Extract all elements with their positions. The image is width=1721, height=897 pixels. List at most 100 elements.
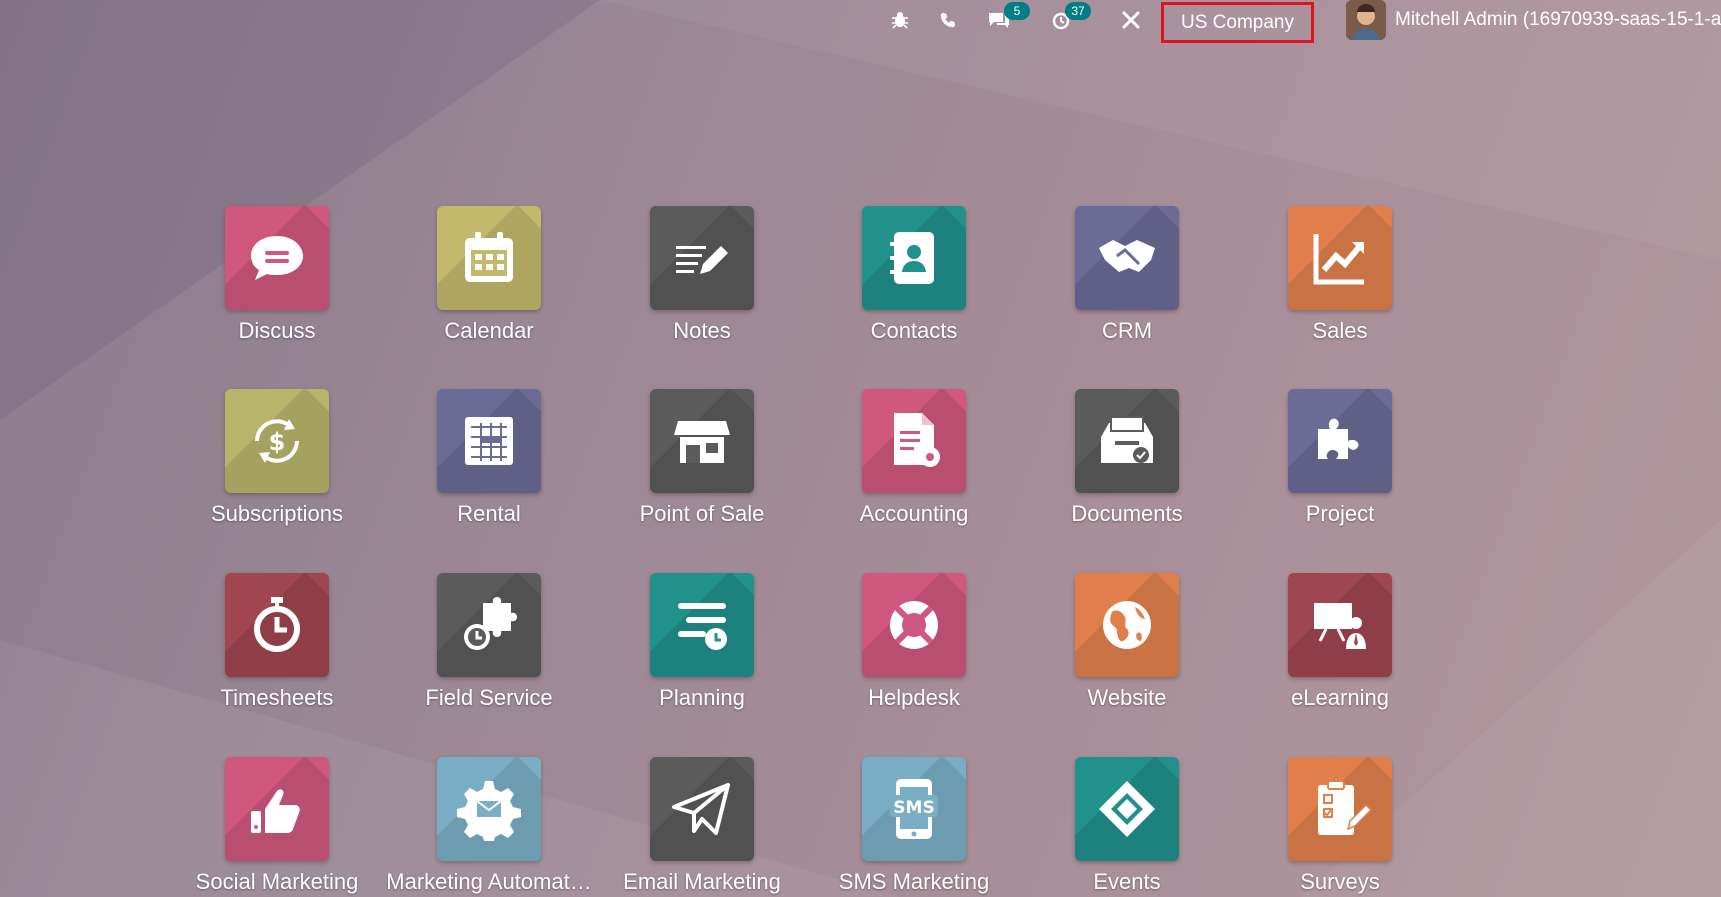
user-name: Mitchell Admin (16970939-saas-15-1-a xyxy=(1395,9,1721,30)
app-surveys[interactable]: Surveys xyxy=(1234,757,1446,895)
surveys-icon xyxy=(1317,780,1372,836)
app-label[interactable]: Calendar xyxy=(383,318,595,344)
sms-marketing-icon xyxy=(890,779,938,839)
app-label[interactable]: Surveys xyxy=(1234,869,1446,895)
app-timesheets[interactable]: Timesheets xyxy=(171,573,383,711)
calendar-icon xyxy=(465,232,513,282)
company-switcher[interactable]: US Company xyxy=(1161,2,1314,43)
project-icon xyxy=(1318,418,1359,459)
rental-icon xyxy=(464,416,514,466)
app-helpdesk[interactable]: Helpdesk xyxy=(808,573,1020,711)
app-tile[interactable] xyxy=(862,573,966,677)
app-label[interactable]: Documents xyxy=(1021,501,1233,527)
activity-badge: 37 xyxy=(1065,2,1091,20)
app-label[interactable]: CRM xyxy=(1021,318,1233,344)
app-tile[interactable] xyxy=(1075,757,1179,861)
app-label[interactable]: SMS Marketing xyxy=(808,869,1020,895)
user-menu[interactable]: Mitchell Admin (16970939-saas-15-1-a xyxy=(1346,0,1721,40)
app-events[interactable]: Events xyxy=(1021,757,1233,895)
app-tile[interactable] xyxy=(862,206,966,310)
app-tile[interactable] xyxy=(862,389,966,493)
app-sales[interactable]: Sales xyxy=(1234,206,1446,344)
app-tile[interactable] xyxy=(1288,573,1392,677)
app-label[interactable]: Point of Sale xyxy=(596,501,808,527)
app-tile[interactable] xyxy=(225,757,329,861)
app-tile[interactable] xyxy=(1075,389,1179,493)
app-label[interactable]: Timesheets xyxy=(171,685,383,711)
app-tile[interactable] xyxy=(862,757,966,861)
app-label[interactable]: Email Marketing xyxy=(596,869,808,895)
subscriptions-icon xyxy=(255,417,299,465)
app-tile[interactable] xyxy=(437,573,541,677)
app-contacts[interactable]: Contacts xyxy=(808,206,1020,344)
app-subscriptions[interactable]: Subscriptions xyxy=(171,389,383,527)
app-tile[interactable] xyxy=(225,206,329,310)
app-tile[interactable] xyxy=(225,389,329,493)
app-elearning[interactable]: eLearning xyxy=(1234,573,1446,711)
app-label[interactable]: Marketing Automat… xyxy=(383,869,595,895)
app-sms-marketing[interactable]: SMS Marketing xyxy=(808,757,1020,895)
app-label[interactable]: Contacts xyxy=(808,318,1020,344)
app-label[interactable]: Rental xyxy=(383,501,595,527)
app-discuss[interactable]: Discuss xyxy=(171,206,383,344)
app-social-marketing[interactable]: Social Marketing xyxy=(171,757,383,895)
app-label[interactable]: Planning xyxy=(596,685,808,711)
website-icon xyxy=(1103,601,1151,649)
app-accounting[interactable]: Accounting xyxy=(808,389,1020,527)
timesheets-icon xyxy=(245,593,309,657)
documents-icon xyxy=(1100,416,1154,464)
app-label[interactable]: Accounting xyxy=(808,501,1020,527)
app-tile[interactable] xyxy=(225,573,329,677)
app-rental[interactable]: Rental xyxy=(383,389,595,527)
app-documents[interactable]: Documents xyxy=(1021,389,1233,527)
app-marketing-automation[interactable]: Marketing Automat… xyxy=(383,757,595,895)
app-website[interactable]: Website xyxy=(1021,573,1233,711)
app-label[interactable]: Helpdesk xyxy=(808,685,1020,711)
chat-badge: 5 xyxy=(1004,2,1030,20)
sales-icon xyxy=(1308,226,1372,290)
app-label[interactable]: Sales xyxy=(1234,318,1446,344)
app-calendar[interactable]: Calendar xyxy=(383,206,595,344)
app-tile[interactable] xyxy=(650,389,754,493)
phone-icon[interactable] xyxy=(936,0,960,40)
app-tile[interactable] xyxy=(1288,757,1392,861)
app-crm[interactable]: CRM xyxy=(1021,206,1233,344)
app-tile[interactable] xyxy=(437,389,541,493)
debug-bug-icon[interactable] xyxy=(888,0,912,40)
app-label[interactable]: Subscriptions xyxy=(171,501,383,527)
app-notes[interactable]: Notes xyxy=(596,206,808,344)
notes-icon xyxy=(676,246,728,274)
app-label[interactable]: Website xyxy=(1021,685,1233,711)
point-of-sale-icon xyxy=(674,421,730,463)
crm-icon xyxy=(1097,238,1157,274)
app-label[interactable]: eLearning xyxy=(1234,685,1446,711)
app-tile[interactable] xyxy=(650,206,754,310)
helpdesk-icon xyxy=(882,593,946,657)
social-marketing-icon xyxy=(251,789,300,833)
app-tile[interactable] xyxy=(437,757,541,861)
app-tile[interactable] xyxy=(437,206,541,310)
app-label[interactable]: Project xyxy=(1234,501,1446,527)
app-email-marketing[interactable]: Email Marketing xyxy=(596,757,808,895)
app-label[interactable]: Social Marketing xyxy=(171,869,383,895)
app-project[interactable]: Project xyxy=(1234,389,1446,527)
app-tile[interactable] xyxy=(1075,573,1179,677)
tools-icon[interactable] xyxy=(1119,0,1143,40)
accounting-icon xyxy=(894,413,940,467)
app-label[interactable]: Discuss xyxy=(171,318,383,344)
app-label[interactable]: Notes xyxy=(596,318,808,344)
contacts-icon xyxy=(890,232,934,284)
app-tile[interactable] xyxy=(1075,206,1179,310)
app-planning[interactable]: Planning xyxy=(596,573,808,711)
avatar xyxy=(1346,0,1386,40)
chat-messages-icon[interactable]: 5 xyxy=(985,0,1030,40)
app-label[interactable]: Events xyxy=(1021,869,1233,895)
app-field-service[interactable]: Field Service xyxy=(383,573,595,711)
app-tile[interactable] xyxy=(650,573,754,677)
activity-clock-icon[interactable]: 37 xyxy=(1049,0,1091,40)
app-point-of-sale[interactable]: Point of Sale xyxy=(596,389,808,527)
app-label[interactable]: Field Service xyxy=(383,685,595,711)
app-tile[interactable] xyxy=(650,757,754,861)
app-tile[interactable] xyxy=(1288,206,1392,310)
app-tile[interactable] xyxy=(1288,389,1392,493)
